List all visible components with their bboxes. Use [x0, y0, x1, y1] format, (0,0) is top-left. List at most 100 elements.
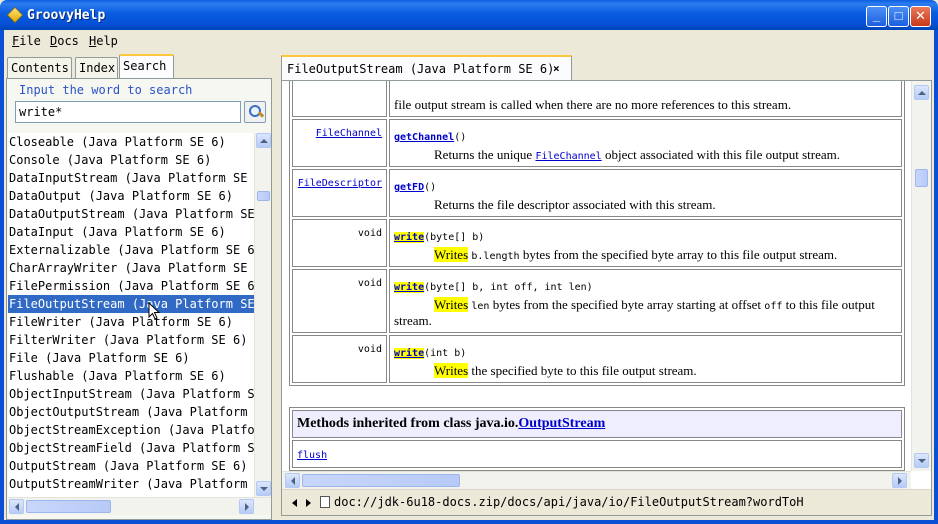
app-diamond-icon — [6, 6, 24, 24]
list-item[interactable]: FilterWriter (Java Platform SE 6) — [8, 331, 254, 349]
code-text: off — [764, 301, 783, 312]
scroll-left-button[interactable] — [9, 499, 24, 514]
method-params: (byte[] b, int off, int len) — [424, 282, 593, 293]
back-arrow-icon[interactable] — [292, 499, 297, 507]
search-button-magnifier-icon[interactable] — [244, 101, 266, 123]
highlight-text: Writes — [434, 363, 469, 378]
method-desc-cell: getFD() Returns the file descriptor asso… — [389, 169, 902, 217]
method-link-write[interactable]: write — [394, 348, 425, 359]
close-button[interactable]: ✕ — [910, 6, 931, 27]
tab-search[interactable]: Search — [119, 54, 174, 78]
scroll-thumb[interactable] — [26, 500, 111, 513]
inherited-heading: Methods inherited from class java.io.Out… — [292, 410, 902, 438]
tab-index[interactable]: Index — [75, 57, 118, 78]
list-item[interactable]: Flushable (Java Platform SE 6) — [8, 367, 254, 385]
list-item[interactable]: Closeable (Java Platform SE 6) — [8, 133, 254, 151]
list-item-selected[interactable]: FileOutputStream (Java Platform SE — [8, 295, 254, 313]
scroll-up-button[interactable] — [914, 85, 929, 100]
scroll-up-button[interactable] — [256, 133, 271, 148]
scroll-down-button[interactable] — [914, 453, 929, 468]
method-link-getfd[interactable]: getFD — [394, 182, 424, 193]
pane-splitter[interactable] — [273, 54, 279, 520]
method-desc-cell: write(byte[] b, int off, int len) Writes… — [389, 269, 902, 333]
list-item[interactable]: FileWriter (Java Platform SE 6) — [8, 313, 254, 331]
list-item[interactable]: DataInputStream (Java Platform SE 6 — [8, 169, 254, 187]
tab-contents[interactable]: Contents — [7, 57, 72, 78]
list-item[interactable]: ObjectStreamException (Java Platfor — [8, 421, 254, 439]
maximize-button[interactable]: □ — [888, 6, 909, 27]
outputstream-link[interactable]: OutputStream — [518, 416, 605, 431]
highlight-text: Writes — [434, 297, 469, 312]
method-link-write[interactable]: write — [394, 282, 425, 293]
scroll-thumb[interactable] — [257, 191, 270, 201]
scroll-right-button[interactable] — [239, 499, 254, 514]
search-input[interactable] — [15, 101, 241, 123]
document-content: file output stream is called when there … — [282, 81, 911, 471]
list-item[interactable]: CharArrayWriter (Java Platform SE 6) — [8, 259, 254, 277]
method-link-getchannel[interactable]: getChannel — [394, 132, 454, 143]
inherited-methods-list: flush — [292, 440, 902, 468]
return-type-cell: void — [292, 269, 387, 333]
list-item[interactable]: Console (Java Platform SE 6) — [8, 151, 254, 169]
list-item[interactable]: Externalizable (Java Platform SE 6) — [8, 241, 254, 259]
return-type-cell — [292, 81, 387, 117]
method-params: () — [454, 132, 467, 143]
scroll-down-button[interactable] — [256, 481, 271, 496]
method-description: Writes len bytes from the specified byte… — [394, 297, 897, 329]
method-description: Writes the specified byte to this file o… — [394, 363, 897, 379]
search-label: Input the word to search — [19, 83, 193, 97]
search-results-list: Closeable (Java Platform SE 6) Console (… — [8, 133, 254, 497]
tab-document[interactable]: FileOutputStream (Java Platform SE 6) × — [281, 55, 572, 80]
return-type-link[interactable]: FileDescriptor — [298, 178, 382, 189]
scroll-thumb[interactable] — [302, 474, 460, 487]
document-vertical-scrollbar[interactable] — [911, 81, 931, 471]
list-item[interactable]: ObjectStreamField (Java Platform SE — [8, 439, 254, 457]
type-link[interactable]: FileChannel — [535, 151, 601, 162]
menu-file[interactable]: File — [12, 34, 41, 48]
menu-help[interactable]: Help — [89, 34, 118, 48]
scroll-left-button[interactable] — [285, 473, 300, 488]
menu-bar: File Docs Help — [4, 30, 934, 52]
method-description: file output stream is called when there … — [394, 97, 792, 112]
results-horizontal-scrollbar[interactable] — [8, 497, 271, 515]
desc-text: bytes from the specified byte array star… — [489, 297, 765, 312]
method-params: () — [424, 182, 437, 193]
list-item[interactable]: DataOutputStream (Java Platform SE — [8, 205, 254, 223]
scroll-thumb[interactable] — [915, 169, 928, 187]
tab-close-icon[interactable]: × — [553, 62, 560, 75]
list-item[interactable]: DataOutput (Java Platform SE 6) — [8, 187, 254, 205]
method-link-write[interactable]: write — [394, 232, 425, 243]
window-title: GroovyHelp — [27, 8, 106, 23]
inherited-methods-table: Methods inherited from class java.io.Out… — [289, 407, 905, 471]
window-frame-bottom — [0, 520, 938, 524]
document-tab-label: FileOutputStream (Java Platform SE 6) — [287, 62, 555, 76]
return-type-cell: FileDescriptor — [292, 169, 387, 217]
table-row: void write(byte[] b) Writes b.length byt… — [292, 219, 902, 267]
list-item[interactable]: FilePermission (Java Platform SE 6) — [8, 277, 254, 295]
table-row: void write(byte[] b, int off, int len) W… — [292, 269, 902, 333]
list-item[interactable]: ObjectOutputStream (Java Platform S — [8, 403, 254, 421]
list-item[interactable]: OutputStreamWriter (Java Platform S — [8, 475, 254, 493]
method-desc-cell: file output stream is called when there … — [389, 81, 902, 117]
menu-docs[interactable]: Docs — [50, 34, 79, 48]
return-type-link[interactable]: FileChannel — [316, 128, 382, 139]
forward-arrow-icon[interactable] — [306, 499, 311, 507]
list-item[interactable]: DataInput (Java Platform SE 6) — [8, 223, 254, 241]
window-frame-left — [0, 30, 4, 524]
address-bar: doc://jdk-6u18-docs.zip/docs/api/java/io… — [282, 489, 931, 515]
list-item[interactable]: File (Java Platform SE 6) — [8, 349, 254, 367]
method-description: Returns the unique FileChannel object as… — [394, 147, 897, 163]
list-item[interactable]: OutputStream (Java Platform SE 6) — [8, 457, 254, 475]
results-vertical-scrollbar[interactable] — [254, 133, 271, 497]
desc-text: Returns the unique — [434, 147, 536, 162]
list-item[interactable]: ObjectInputStream (Java Platform SE — [8, 385, 254, 403]
document-horizontal-scrollbar[interactable] — [282, 471, 911, 489]
flush-link[interactable]: flush — [297, 450, 327, 461]
desc-text: object associated with this file output … — [601, 147, 840, 162]
code-text: b.length — [471, 251, 520, 262]
scroll-right-button[interactable] — [892, 473, 907, 488]
minimize-button[interactable]: _ — [866, 6, 887, 27]
return-type-cell: void — [292, 219, 387, 267]
code-text: len — [471, 301, 490, 312]
highlight-text: Writes — [434, 247, 469, 262]
